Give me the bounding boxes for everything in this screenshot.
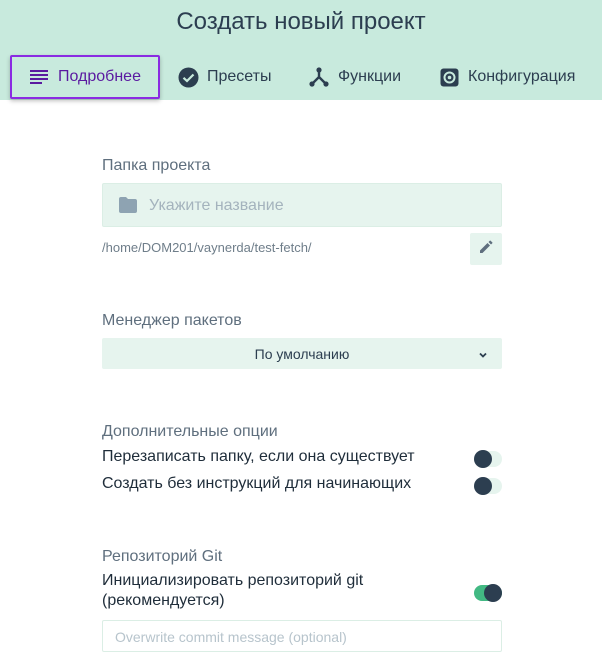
options-section-label: Дополнительные опции [102,423,278,440]
package-manager-label: Менеджер пакетов [102,312,242,329]
gear-icon [438,66,460,88]
project-folder-label: Папка проекта [102,157,211,174]
skip-guide-label: Создать без инструкций для начинающих [102,475,412,492]
git-init-toggle[interactable] [474,584,502,602]
commit-message-input[interactable] [113,621,497,653]
list-icon [28,66,50,88]
commit-message-field [102,620,502,653]
chevron-down-icon [478,347,488,363]
edit-path-button[interactable] [470,233,502,265]
project-path: /home/DOM201/vaynerda/test-fetch/ [102,240,312,255]
check-circle-icon [177,66,199,88]
tab-configuration[interactable]: Конфигурация [438,55,575,99]
tab-label: Функции [338,68,402,85]
package-manager-value: По умолчанию [254,346,350,362]
git-section-label: Репозиторий Git [102,548,223,565]
git-init-label: Инициализировать репозиторий git (рекоме… [102,572,364,609]
overwrite-folder-label: Перезаписать папку, если она существует [102,448,415,465]
pencil-icon [479,240,493,259]
folder-icon [119,197,137,218]
header-bar: Создать новый проект Подробнее Пресеты Ф… [0,0,602,100]
project-folder-field [102,183,502,228]
tab-details[interactable]: Подробнее [10,55,160,99]
tab-label: Конфигурация [468,68,576,85]
page-title: Создать новый проект [176,8,426,35]
branch-icon [308,66,330,88]
tab-bar: Подробнее Пресеты Функции Конфигурация [0,55,602,100]
tab-presets[interactable]: Пресеты [177,55,272,99]
tab-label: Подробнее [58,68,141,85]
tab-label: Пресеты [207,68,272,85]
overwrite-folder-toggle[interactable] [474,450,502,468]
package-manager-select[interactable]: По умолчанию [102,338,502,369]
project-name-input[interactable] [147,184,491,228]
skip-guide-toggle[interactable] [474,477,502,495]
tab-features[interactable]: Функции [308,55,401,99]
